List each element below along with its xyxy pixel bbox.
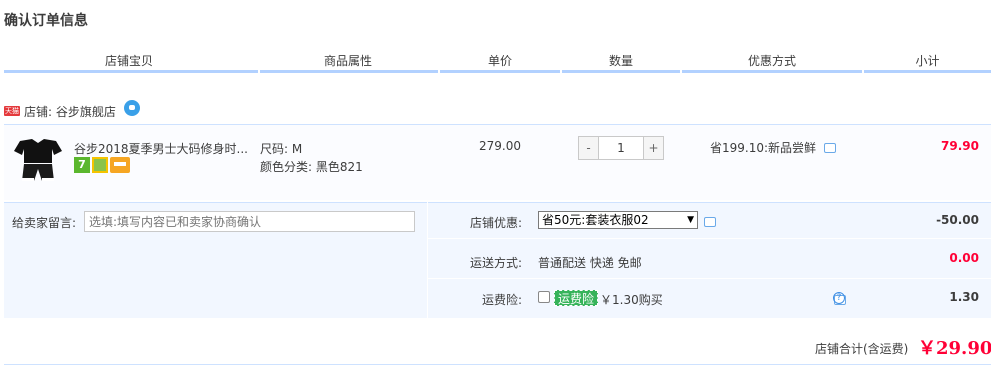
item-attr-color: 颜色分类: 黑色821 [260, 160, 363, 174]
page-title: 确认订单信息 [4, 13, 88, 29]
insurance-label: 运费险: [481, 293, 522, 307]
column-header-attributes: 商品属性 [323, 54, 372, 68]
shop-row: 天猫 店铺: 谷步旗舰店 [4, 100, 140, 122]
item-subtotal: 79.90 [941, 139, 979, 153]
unit-price: 279.00 [479, 139, 521, 153]
chat-icon[interactable] [123, 100, 140, 116]
shipping-value: 0.00 [949, 251, 979, 265]
shop-discount-selected: 省50元:套装衣服02 [542, 213, 649, 227]
item-panel [4, 124, 991, 200]
quantity-input[interactable] [599, 137, 643, 159]
header-underline [562, 70, 680, 73]
shopping-bag-icon [92, 157, 108, 173]
promotion-text: 省199.10:新品尝鲜 [710, 141, 817, 155]
divider [428, 278, 991, 279]
shop-total-amount: ￥29.90 [918, 338, 991, 359]
message-icon[interactable] [824, 142, 837, 153]
shop-discount-value: -50.00 [936, 213, 979, 227]
insurance-price-text: ￥1.30购买 [600, 293, 663, 307]
message-icon[interactable] [704, 217, 716, 227]
divider [428, 238, 991, 239]
dropdown-arrow-icon: ▼ [687, 215, 694, 225]
shop-discount-select[interactable]: 省50元:套装衣服02 ▼ [538, 211, 698, 229]
header-underline [260, 70, 438, 73]
column-header-discount: 优惠方式 [747, 54, 796, 68]
shop-discount-label: 店铺优惠: [469, 216, 522, 230]
item-service-icons: 7 [74, 157, 130, 173]
product-thumbnail[interactable] [12, 139, 64, 183]
shipping-label: 运送方式: [469, 256, 522, 270]
column-header-unit-price: 单价 [487, 54, 512, 68]
seller-message-input[interactable] [84, 211, 415, 232]
shop-name-link[interactable]: 店铺: 谷步旗舰店 [24, 103, 116, 120]
column-header-shop-item: 店铺宝贝 [104, 54, 153, 68]
quantity-increase-button[interactable]: + [643, 137, 663, 159]
message-label: 给卖家留言: [12, 216, 77, 230]
quantity-decrease-button[interactable]: - [579, 137, 599, 159]
insurance-value: 1.30 [949, 290, 979, 304]
column-header-quantity: 数量 [608, 54, 633, 68]
column-header-subtotal: 小计 [915, 54, 940, 68]
credit-card-icon [110, 157, 130, 173]
insurance-checkbox[interactable] [538, 291, 550, 303]
shipping-method: 普通配送 快递 免邮 [538, 256, 642, 270]
quantity-stepper: - + [578, 136, 664, 160]
insurance-badge: 运费险 [554, 290, 599, 306]
header-underline [864, 70, 991, 73]
item-attr-size: 尺码: M [260, 142, 303, 156]
shop-total-label: 店铺合计(含运费) [815, 342, 909, 356]
item-title-link[interactable]: 谷步2018夏季男士大码修身时... [74, 140, 249, 157]
header-underline [440, 70, 560, 73]
header-underline [4, 70, 258, 73]
promotion: 省199.10:新品尝鲜 [710, 139, 837, 156]
seven-day-return-icon: 7 [74, 157, 90, 173]
tmall-badge-icon: 天猫 [4, 106, 20, 116]
help-icon[interactable]: ? [833, 292, 845, 304]
header-underline [682, 70, 862, 73]
